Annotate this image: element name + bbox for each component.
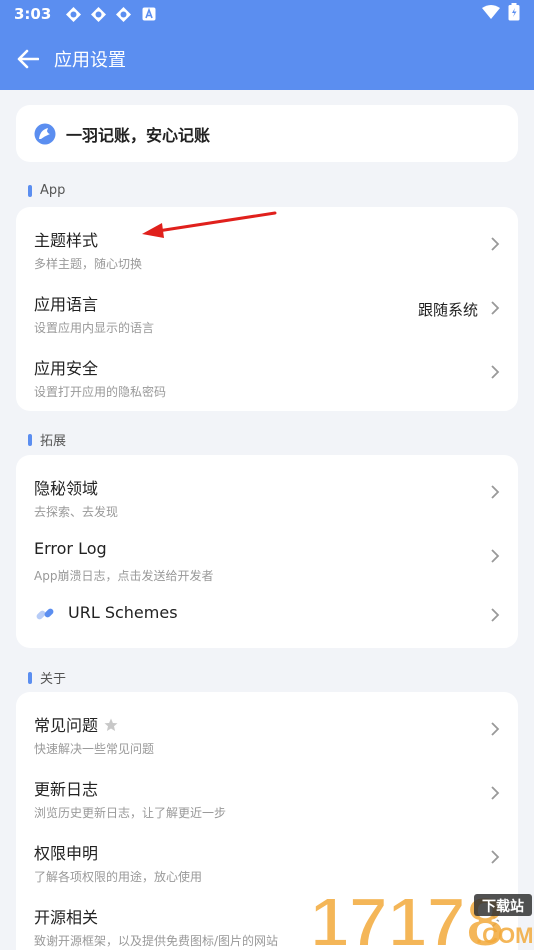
setting-subtitle: 致谢开源框架，以及提供免费图标/图片的网站 (34, 934, 279, 948)
status-time: 3:03 (14, 5, 52, 23)
setting-value: 跟随系统 (417, 301, 478, 319)
battery-icon (508, 3, 520, 25)
setting-title: 权限申明 (34, 844, 99, 863)
chevron-right-icon (491, 237, 500, 251)
banner-card: 一羽记账，安心记账 (16, 105, 518, 162)
app-notification-icon (65, 6, 82, 23)
section-accent-bar (28, 433, 32, 446)
setting-title: 更新日志 (34, 780, 99, 799)
section-accent-bar (28, 184, 32, 197)
chevron-right-icon (491, 608, 500, 622)
setting-title: Error Log (34, 539, 107, 558)
setting-title: 开源相关 (34, 908, 99, 927)
setting-language[interactable]: 应用语言 设置应用内显示的语言 跟随系统 (16, 277, 518, 341)
setting-subtitle: 去探索、去发现 (34, 505, 119, 519)
watermark: 17178 下载站 .COM (309, 880, 534, 950)
app-logo-icon (34, 123, 56, 145)
text-notification-icon (140, 6, 157, 23)
setting-subtitle: 多样主题，随心切换 (34, 257, 143, 271)
setting-subtitle: 设置应用内显示的语言 (34, 321, 155, 335)
app-notification-icon (115, 6, 132, 23)
app-bar: 应用设置 (0, 28, 534, 90)
setting-subtitle: 了解各项权限的用途，放心使用 (34, 870, 203, 884)
setting-url-schemes[interactable]: URL Schemes (16, 589, 518, 645)
setting-faq[interactable]: 常见问题 快速解决一些常见问题 (16, 698, 518, 762)
wifi-icon (482, 5, 500, 23)
link-icon (36, 608, 54, 620)
setting-title: 常见问题 (34, 712, 118, 736)
back-arrow-icon[interactable] (14, 45, 42, 73)
watermark-domain: .COM (476, 923, 533, 948)
setting-subtitle: 浏览历史更新日志，让了解更近一步 (34, 806, 227, 820)
setting-title: 应用安全 (34, 359, 99, 378)
setting-hidden-realm[interactable]: 隐秘领域 去探索、去发现 (16, 461, 518, 525)
chevron-right-icon (491, 365, 500, 379)
setting-title: 隐秘领域 (34, 479, 99, 498)
setting-title: 主题样式 (34, 231, 99, 250)
section-label-app: App (28, 183, 65, 198)
section-label-extensions: 拓展 (28, 430, 66, 449)
annotation-arrow-icon (142, 211, 277, 238)
setting-subtitle: 快速解决一些常见问题 (34, 742, 155, 756)
section-label-about: 关于 (28, 668, 66, 687)
watermark-logo-icon: 17178 下载站 .COM (309, 882, 533, 950)
banner-slogan: 一羽记账，安心记账 (66, 125, 211, 145)
chevron-right-icon (491, 850, 500, 864)
chevron-right-icon (491, 549, 500, 563)
status-bar: 3:03 (0, 0, 534, 28)
setting-title: URL Schemes (68, 603, 178, 622)
setting-error-log[interactable]: Error Log App崩溃日志，点击发送给开发者 (16, 525, 518, 589)
section-accent-bar (28, 671, 32, 684)
chevron-right-icon (491, 301, 500, 315)
setting-changelog[interactable]: 更新日志 浏览历史更新日志，让了解更近一步 (16, 762, 518, 826)
extension-settings-card: 隐秘领域 去探索、去发现 Error Log App崩溃日志，点击发送给开发者 … (16, 455, 518, 648)
setting-title: 应用语言 (34, 295, 99, 314)
page-title: 应用设置 (54, 50, 126, 71)
star-icon (104, 718, 118, 731)
setting-security[interactable]: 应用安全 设置打开应用的隐私密码 (16, 341, 518, 405)
chevron-right-icon (491, 485, 500, 499)
chevron-right-icon (491, 722, 500, 736)
watermark-tag: 下载站 (482, 898, 524, 915)
app-notification-icon (90, 6, 107, 23)
setting-subtitle: 设置打开应用的隐私密码 (34, 385, 167, 399)
chevron-right-icon (491, 786, 500, 800)
setting-subtitle: App崩溃日志，点击发送给开发者 (34, 569, 214, 583)
